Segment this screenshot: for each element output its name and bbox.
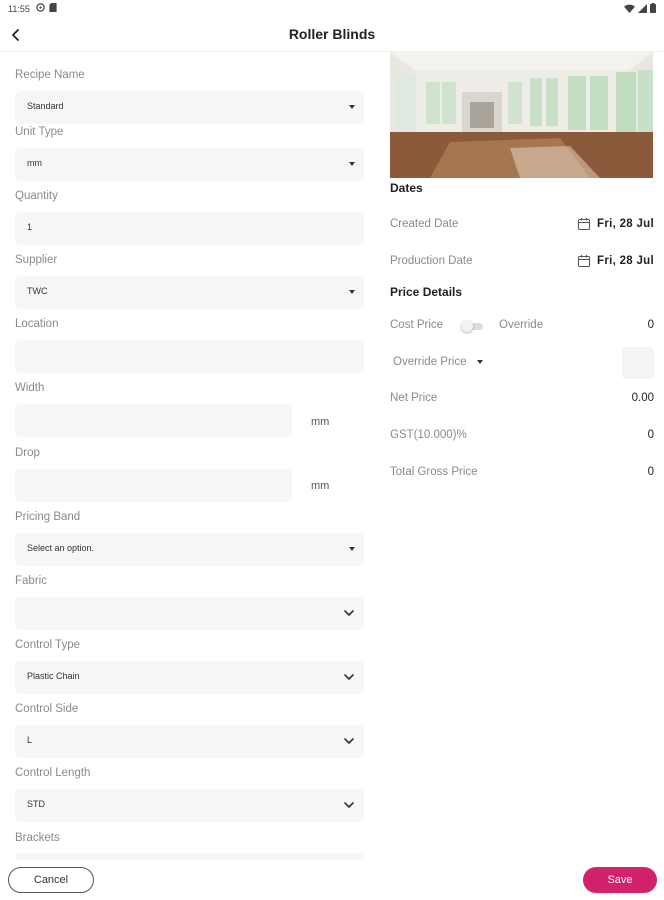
drop-label: Drop: [15, 447, 40, 459]
width-unit: mm: [311, 416, 330, 428]
recipe-name-label: Recipe Name: [15, 69, 85, 81]
cost-price-value: 0: [647, 319, 654, 331]
sync-icon: [36, 3, 45, 12]
override-label: Override: [499, 319, 544, 331]
status-bar: 11:55: [0, 0, 664, 18]
production-date-picker[interactable]: Fri, 28 Jul: [577, 254, 654, 268]
caret-down-icon: [476, 360, 483, 364]
width-input[interactable]: [15, 404, 292, 437]
sd-card-icon: [49, 3, 57, 12]
created-date-value: Fri, 28 Jul: [597, 218, 654, 230]
calendar-icon: [577, 218, 591, 231]
gst-value: 0: [647, 429, 654, 441]
blind-form: Recipe Name Standard Unit Type mm Quanti…: [0, 52, 376, 860]
chevron-down-icon: [344, 802, 354, 808]
chevron-down-icon: [344, 674, 354, 680]
quantity-label: Quantity: [15, 190, 58, 202]
chevron-down-icon: [344, 610, 354, 616]
pricing-band-label: Pricing Band: [15, 511, 81, 523]
unit-type-select[interactable]: mm: [15, 148, 364, 181]
production-date-label: Production Date: [390, 255, 473, 267]
cancel-button[interactable]: Cancel: [8, 867, 94, 893]
control-type-select[interactable]: Plastic Chain: [15, 661, 364, 694]
control-length-select[interactable]: STD: [15, 789, 364, 822]
total-gross-value: 0: [647, 466, 654, 478]
control-type-value: Plastic Chain: [27, 671, 80, 681]
supplier-value: TWC: [27, 286, 48, 296]
production-date-value: Fri, 28 Jul: [597, 255, 654, 267]
dates-heading: Dates: [390, 181, 423, 195]
supplier-label: Supplier: [15, 254, 58, 266]
override-price-dropdown[interactable]: Override Price: [393, 356, 483, 368]
recipe-name-value: Standard: [27, 101, 64, 111]
gst-label: GST(10.000)%: [390, 429, 467, 441]
brackets-label: Brackets: [15, 832, 60, 844]
control-type-label: Control Type: [15, 639, 80, 651]
toggle-knob: [461, 320, 473, 332]
net-price-value: 0.00: [631, 392, 654, 404]
caret-down-icon: [349, 162, 355, 166]
brackets-select[interactable]: [15, 853, 364, 860]
caret-down-icon: [349, 547, 355, 551]
page-title: Roller Blinds: [288, 26, 376, 42]
control-side-value: L: [27, 735, 33, 745]
created-date-label: Created Date: [390, 218, 459, 230]
app-bar: Roller Blinds: [0, 18, 664, 52]
control-length-value: STD: [27, 799, 45, 809]
recipe-name-select[interactable]: Standard: [15, 91, 364, 124]
save-button[interactable]: Save: [583, 867, 657, 893]
location-input[interactable]: [15, 340, 364, 373]
total-gross-label: Total Gross Price: [390, 466, 478, 478]
control-length-label: Control Length: [15, 767, 91, 779]
calendar-icon: [577, 255, 591, 268]
wifi-icon: [624, 4, 635, 13]
pricing-band-select[interactable]: Select an option.: [15, 533, 364, 566]
unit-type-value: mm: [27, 158, 42, 168]
supplier-select[interactable]: TWC: [15, 276, 364, 309]
action-bar: Cancel Save: [0, 860, 664, 900]
created-date-picker[interactable]: Fri, 28 Jul: [577, 217, 654, 231]
cost-price-label: Cost Price: [390, 319, 444, 331]
location-label: Location: [15, 318, 59, 330]
quantity-value: 1: [27, 222, 33, 232]
signal-icon: [638, 3, 647, 13]
price-details-heading: Price Details: [390, 285, 463, 299]
drop-unit: mm: [311, 480, 330, 492]
status-time: 11:55: [8, 4, 30, 14]
room-photo: [390, 52, 653, 178]
override-price-input[interactable]: [622, 347, 654, 379]
unit-type-label: Unit Type: [15, 126, 64, 138]
fabric-select[interactable]: [15, 597, 364, 630]
caret-down-icon: [349, 105, 355, 109]
override-toggle[interactable]: [461, 320, 483, 332]
net-price-label: Net Price: [390, 392, 438, 404]
control-side-label: Control Side: [15, 703, 79, 715]
caret-down-icon: [349, 290, 355, 294]
width-label: Width: [15, 382, 45, 394]
quantity-input[interactable]: 1: [15, 212, 364, 245]
control-side-select[interactable]: L: [15, 725, 364, 758]
override-price-label: Override Price: [393, 356, 467, 368]
pricing-band-value: Select an option.: [27, 543, 95, 553]
drop-input[interactable]: [15, 469, 292, 502]
fabric-label: Fabric: [15, 575, 47, 587]
battery-icon: [650, 3, 656, 13]
chevron-down-icon: [344, 738, 354, 744]
